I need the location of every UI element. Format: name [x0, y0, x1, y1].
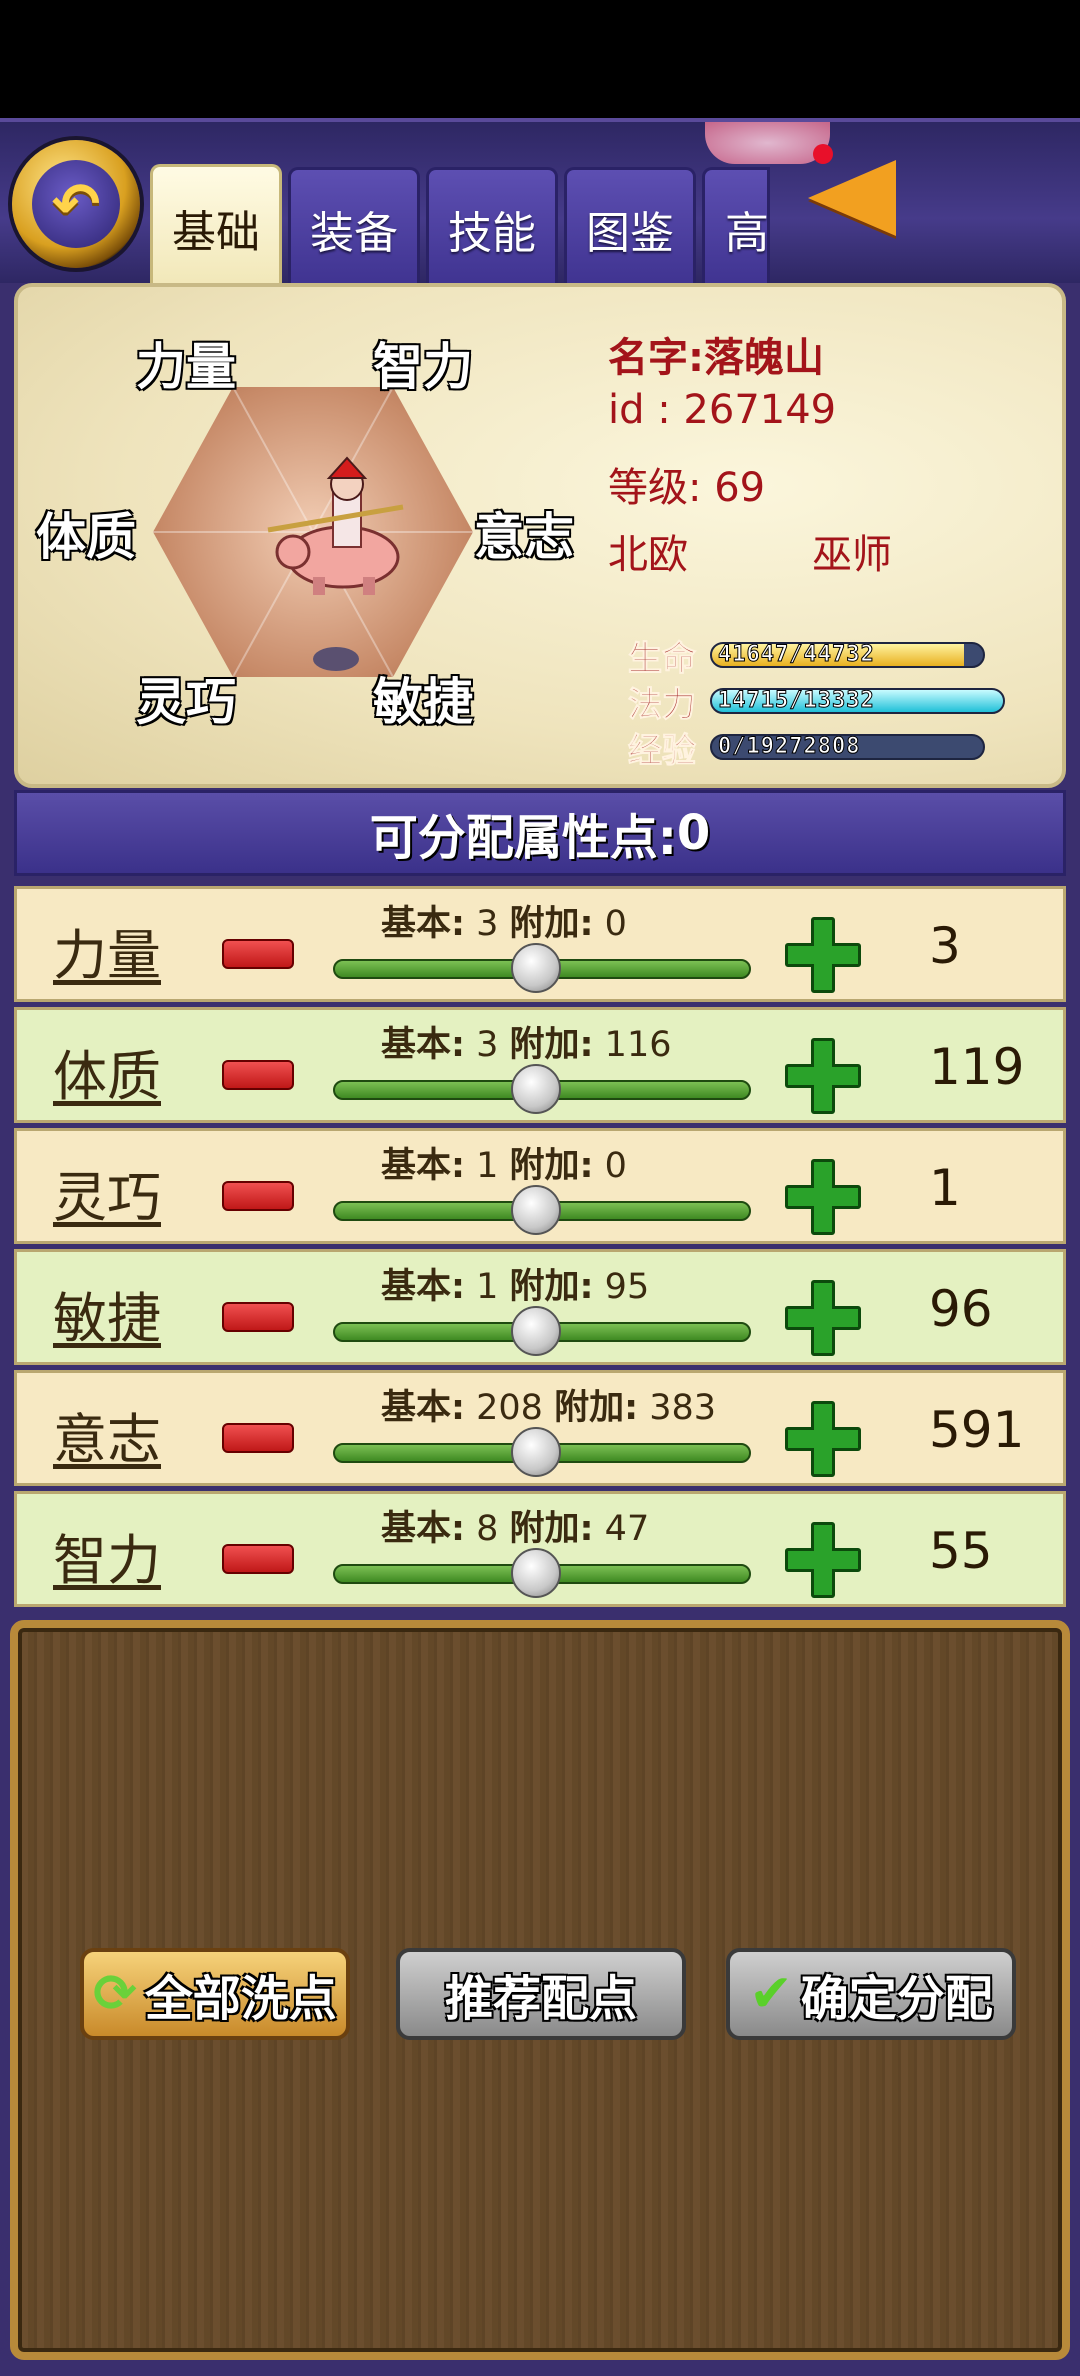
minus-button[interactable] [222, 1181, 294, 1211]
character-region: 北欧 [608, 532, 688, 578]
minus-button[interactable] [222, 939, 294, 969]
minus-button[interactable] [222, 1060, 294, 1090]
stat-row-agility: 敏捷 基本: 1 附加: 95 96 [14, 1249, 1066, 1365]
stat-base-bonus: 基本: 208 附加: 383 [381, 1388, 717, 1428]
tab-gallery[interactable]: 图鉴 [564, 167, 696, 287]
mp-label: 法力 [628, 684, 697, 725]
stat-slider-knob[interactable] [511, 1548, 561, 1598]
available-points-label: 可分配属性点: [369, 810, 677, 866]
tab-skills[interactable]: 技能 [426, 167, 558, 287]
plus-button[interactable] [785, 1038, 861, 1114]
stat-base-bonus: 基本: 1 附加: 95 [381, 1267, 650, 1307]
stat-base-bonus: 基本: 1 附加: 0 [381, 1146, 627, 1186]
reset-all-points-button[interactable]: ⟳ 全部洗点 [80, 1948, 350, 2040]
plus-button[interactable] [785, 1159, 861, 1235]
stat-total: 55 [929, 1522, 993, 1580]
mp-bar: 法力 14715/13332 [628, 678, 1005, 725]
stat-name[interactable]: 敏捷 [53, 1274, 161, 1353]
recommended-allocation-button[interactable]: 推荐配点 [396, 1948, 686, 2040]
hp-bar: 生命 41647/44732 [628, 632, 1005, 679]
back-button[interactable]: ↶ [12, 140, 140, 268]
plus-button[interactable] [785, 1280, 861, 1356]
stat-base-bonus: 基本: 3 附加: 116 [381, 1025, 672, 1065]
stat-total: 96 [929, 1280, 993, 1338]
status-bars: 生命 41647/44732 法力 14715/13332 经验 0/19272… [628, 632, 1005, 771]
stat-row-constitution: 体质 基本: 3 附加: 116 119 [14, 1007, 1066, 1123]
stat-slider-knob[interactable] [511, 1427, 561, 1477]
exp-bar: 经验 0/19272808 [628, 724, 1005, 771]
stat-name[interactable]: 灵巧 [53, 1153, 161, 1232]
tab-basic[interactable]: 基础 [150, 164, 282, 289]
stat-name[interactable]: 意志 [53, 1395, 161, 1474]
stat-base-bonus: 基本: 3 附加: 0 [381, 904, 627, 944]
stat-row-will: 意志 基本: 208 附加: 383 591 [14, 1370, 1066, 1486]
plus-button[interactable] [785, 1522, 861, 1598]
stat-name[interactable]: 体质 [53, 1032, 161, 1111]
stat-slider-knob[interactable] [511, 943, 561, 993]
character-level: 等级: 69 [608, 465, 766, 511]
event-badge-icon[interactable] [705, 122, 830, 164]
character-sprite [267, 456, 404, 595]
confirm-allocation-button[interactable]: ✔ 确定分配 [726, 1948, 1016, 2040]
exp-value: 0/19272808 [717, 734, 861, 759]
stat-name[interactable]: 力量 [53, 911, 161, 990]
hex-label-dexterity: 灵巧 [135, 672, 237, 732]
stat-slider-knob[interactable] [511, 1185, 561, 1235]
stat-rows: 力量 基本: 3 附加: 0 3 体质 基本: 3 附加: 116 119 灵巧 [14, 886, 1066, 1612]
available-points-bar: 可分配属性点: 0 [14, 790, 1066, 876]
back-arrow-icon: ↶ [32, 160, 120, 248]
stat-total: 3 [929, 917, 961, 975]
stat-row-strength: 力量 基本: 3 附加: 0 3 [14, 886, 1066, 1002]
minus-button[interactable] [222, 1302, 294, 1332]
refresh-icon: ⟳ [93, 1964, 137, 2024]
character-info-panel: 力量 智力 体质 意志 灵巧 敏捷 名字:落魄山 id : 267149 等级:… [14, 283, 1066, 788]
stat-total: 119 [929, 1038, 1025, 1096]
hex-label-will: 意志 [473, 507, 575, 567]
hp-value: 41647/44732 [718, 642, 875, 667]
tab-advanced[interactable]: 高 [702, 167, 770, 287]
stat-base-bonus: 基本: 8 附加: 47 [381, 1509, 650, 1549]
stat-slider-knob[interactable] [511, 1064, 561, 1114]
hex-label-strength: 力量 [135, 337, 237, 397]
character-class: 巫师 [812, 532, 892, 578]
character-id: id : 267149 [608, 387, 837, 433]
available-points-value: 0 [676, 805, 711, 861]
exp-label: 经验 [628, 730, 697, 771]
check-icon: ✔ [749, 1964, 793, 2024]
character-name: 名字:落魄山 [608, 335, 824, 381]
plus-button[interactable] [785, 917, 861, 993]
stat-slider-knob[interactable] [511, 1306, 561, 1356]
hex-label-agility: 敏捷 [372, 672, 474, 732]
mp-value: 14715/13332 [718, 688, 875, 713]
character-shadow [313, 647, 359, 671]
tab-equipment[interactable]: 装备 [288, 167, 420, 287]
top-tab-bar: ↶ 基础 装备 技能 图鉴 高 [0, 118, 1080, 289]
hex-label-intelligence: 智力 [372, 337, 474, 397]
stat-name[interactable]: 智力 [53, 1516, 161, 1595]
stat-total: 1 [929, 1159, 961, 1217]
minus-button[interactable] [222, 1423, 294, 1453]
plus-button[interactable] [785, 1401, 861, 1477]
next-tab-arrow-icon[interactable] [808, 160, 896, 236]
game-screen: ↶ 基础 装备 技能 图鉴 高 力量 智力 体质 意志 灵巧 敏捷 名字:落魄山… [0, 0, 1080, 2376]
minus-button[interactable] [222, 1544, 294, 1574]
stat-row-dexterity: 灵巧 基本: 1 附加: 0 1 [14, 1128, 1066, 1244]
stat-row-intelligence: 智力 基本: 8 附加: 47 55 [14, 1491, 1066, 1607]
status-bar [0, 0, 1080, 118]
hex-label-constitution: 体质 [35, 507, 137, 567]
stat-total: 591 [929, 1401, 1025, 1459]
hp-label: 生命 [628, 638, 697, 679]
